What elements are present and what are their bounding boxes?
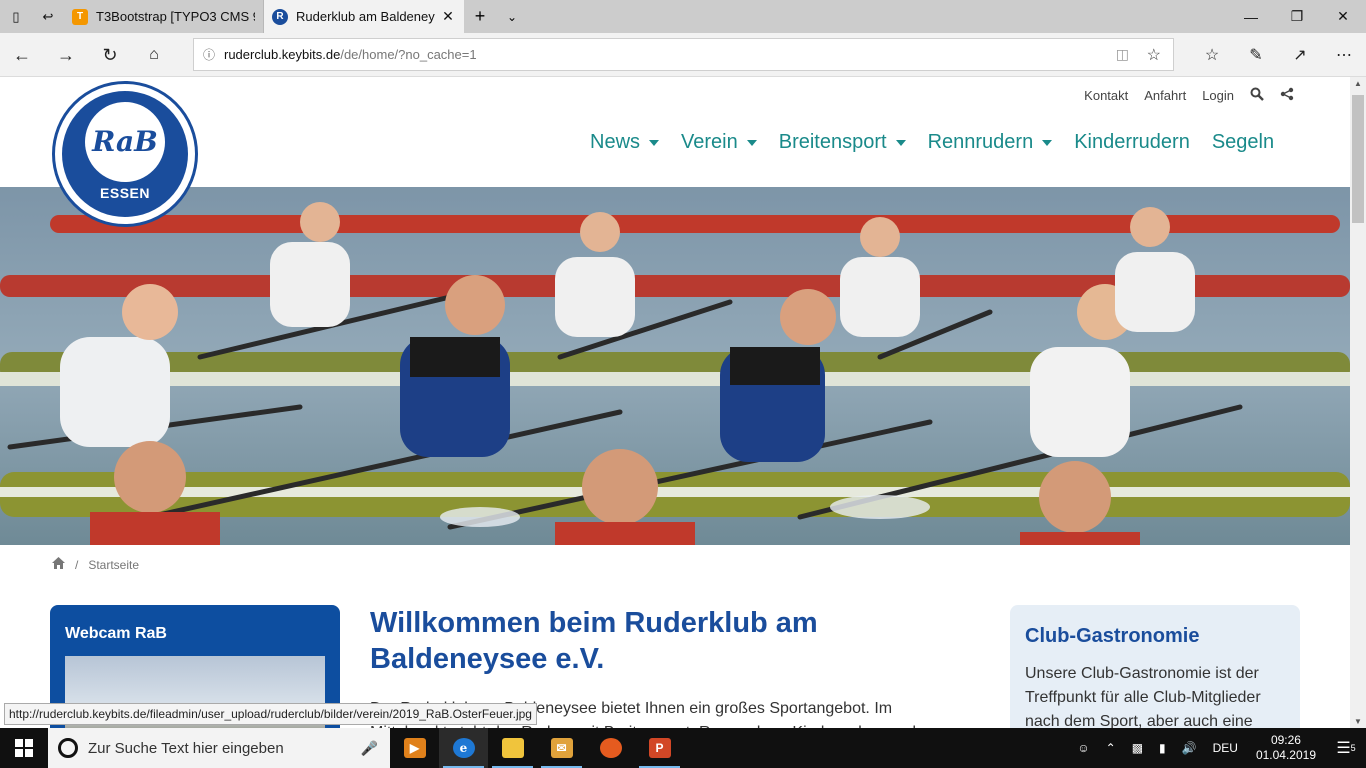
webcam-title: Webcam RaB xyxy=(65,625,167,642)
welcome-title: Willkommen beim Ruderklub am Baldeneysee… xyxy=(370,607,818,675)
nav-verein[interactable]: Verein xyxy=(681,131,757,154)
battery-icon[interactable]: ▮ xyxy=(1151,741,1174,755)
breadcrumb-current: Startseite xyxy=(88,557,140,572)
tab-actions-icon[interactable]: ▯ xyxy=(0,0,32,33)
breadcrumb: / Startseite xyxy=(52,557,139,572)
home-icon[interactable] xyxy=(52,557,65,572)
site-info-icon[interactable]: ⓘ xyxy=(194,46,224,63)
url-path: /de/home/?no_cache=1 xyxy=(340,47,477,62)
nav-news[interactable]: News xyxy=(590,131,659,154)
nav-kinderrudern[interactable]: Kinderrudern xyxy=(1074,131,1190,154)
more-menu-icon[interactable]: ⋯ xyxy=(1330,41,1358,69)
search-placeholder: Zur Suche Text hier eingeben xyxy=(88,739,284,757)
logo-ring: RaB ESSEN xyxy=(62,91,188,217)
taskbar-app-edge[interactable]: e xyxy=(439,728,488,768)
outlook-icon: ✉ xyxy=(550,738,573,758)
volume-icon[interactable]: 🔊 xyxy=(1174,741,1205,755)
notification-count: 5 xyxy=(1350,743,1356,753)
scroll-up-icon[interactable]: ▲ xyxy=(1350,79,1366,88)
share-icon[interactable] xyxy=(1280,87,1294,104)
scrollbar-thumb[interactable] xyxy=(1352,95,1364,223)
typo3-icon: T xyxy=(72,8,88,25)
nav-breitensport[interactable]: Breitensport xyxy=(779,131,906,154)
link-kontakt[interactable]: Kontakt xyxy=(1084,88,1128,103)
close-tab-icon[interactable]: ✕ xyxy=(440,8,456,25)
forward-button[interactable]: → xyxy=(52,41,80,69)
address-bar[interactable]: ⓘ ruderclub.keybits.de/de/home/?no_cache… xyxy=(193,38,1174,71)
close-window-button[interactable]: ✕ xyxy=(1320,0,1366,33)
start-button[interactable] xyxy=(0,728,48,768)
reading-view-icon[interactable]: ◫ xyxy=(1116,46,1129,63)
browser-tab-bar: ▯ ↩ T T3Bootstrap [TYPO3 CMS 9. R Ruderk… xyxy=(0,0,1366,33)
link-anfahrt[interactable]: Anfahrt xyxy=(1144,88,1186,103)
favorite-star-icon[interactable]: ☆ xyxy=(1147,45,1161,65)
back-button[interactable]: ← xyxy=(8,41,36,69)
clock[interactable]: 09:26 01.04.2019 xyxy=(1246,733,1326,763)
minimize-button[interactable]: — xyxy=(1228,0,1274,33)
firefox-icon xyxy=(599,738,622,758)
club-logo[interactable]: RaB ESSEN xyxy=(52,81,198,227)
site-favicon: R xyxy=(272,8,288,25)
powerpoint-icon: P xyxy=(648,738,671,758)
taskbar-app-explorer[interactable] xyxy=(488,728,537,768)
windows-logo-icon xyxy=(15,739,33,757)
taskbar-app-media[interactable]: ▶ xyxy=(390,728,439,768)
gastronomy-card: Club-Gastronomie Unsere Club-Gastronomie… xyxy=(1010,605,1300,728)
gastro-text: Unsere Club-Gastronomie ist der Treffpun… xyxy=(1025,665,1261,728)
show-hidden-icons-chevron-icon[interactable]: ⌃ xyxy=(1098,741,1124,755)
add-notes-icon[interactable]: ✎ xyxy=(1242,41,1270,69)
microphone-icon[interactable]: 🎤 xyxy=(361,740,378,757)
tab-typo3[interactable]: T T3Bootstrap [TYPO3 CMS 9. xyxy=(64,0,264,33)
logo-monogram: RaB xyxy=(85,101,165,182)
scroll-down-icon[interactable]: ▼ xyxy=(1350,717,1366,726)
favorites-hub-icon[interactable]: ☆ xyxy=(1198,41,1226,69)
people-icon[interactable]: ☺ xyxy=(1069,741,1097,755)
share-icon[interactable]: ↗ xyxy=(1286,41,1314,69)
taskbar-app-powerpoint[interactable]: P xyxy=(635,728,684,768)
new-tab-button[interactable]: + xyxy=(464,0,496,33)
set-tabs-aside-icon[interactable]: ↩ xyxy=(32,0,64,33)
clock-time: 09:26 xyxy=(1270,733,1301,747)
system-tray: ☺ ⌃ ▩ ▮ 🔊 DEU 09:26 01.04.2019 ☰ 5 xyxy=(1069,728,1366,768)
main-navigation: News Verein Breitensport Rennrudern Kind… xyxy=(590,131,1274,154)
web-page: Kontakt Anfahrt Login News Verein Breite… xyxy=(0,77,1350,728)
link-login[interactable]: Login xyxy=(1202,88,1234,103)
windows-taskbar: Zur Suche Text hier eingeben 🎤 ▶ e ✉ P ☺… xyxy=(0,728,1366,768)
tab-title: T3Bootstrap [TYPO3 CMS 9. xyxy=(96,9,255,24)
media-player-icon: ▶ xyxy=(403,738,426,758)
tab-preview-chevron-icon[interactable]: ⌄ xyxy=(496,0,528,33)
action-center-icon[interactable]: ☰ 5 xyxy=(1326,728,1366,768)
refresh-button[interactable]: ↻ xyxy=(96,41,124,69)
tab-ruderklub[interactable]: R Ruderklub am Baldeney ✕ xyxy=(264,0,464,33)
taskbar-search-box[interactable]: Zur Suche Text hier eingeben 🎤 xyxy=(48,728,390,768)
taskbar-app-firefox[interactable] xyxy=(586,728,635,768)
network-icon[interactable]: ▩ xyxy=(1124,741,1151,755)
url-host: ruderclub.keybits.de xyxy=(224,47,341,62)
gastro-title: Club-Gastronomie xyxy=(1025,625,1200,647)
nav-rennrudern[interactable]: Rennrudern xyxy=(928,131,1053,154)
home-button[interactable]: ⌂ xyxy=(140,41,168,69)
maximize-button[interactable]: ❐ xyxy=(1274,0,1320,33)
cortana-icon xyxy=(58,738,78,758)
language-indicator[interactable]: DEU xyxy=(1205,741,1246,755)
folder-icon xyxy=(501,738,524,758)
hero-rowing-image xyxy=(0,187,1350,545)
top-links: Kontakt Anfahrt Login xyxy=(1084,87,1294,104)
nav-segeln[interactable]: Segeln xyxy=(1212,131,1274,154)
tab-title: Ruderklub am Baldeney xyxy=(296,9,435,24)
breadcrumb-separator: / xyxy=(75,557,79,572)
taskbar-app-outlook[interactable]: ✉ xyxy=(537,728,586,768)
address-toolbar: ← → ↻ ⌂ ⓘ ruderclub.keybits.de/de/home/?… xyxy=(0,33,1366,77)
link-status-tooltip: http://ruderclub.keybits.de/fileadmin/us… xyxy=(4,703,537,725)
edge-icon: e xyxy=(452,738,475,758)
logo-city: ESSEN xyxy=(100,184,150,201)
search-icon[interactable] xyxy=(1250,87,1264,104)
clock-date: 01.04.2019 xyxy=(1255,748,1316,762)
page-scrollbar[interactable]: ▲ ▼ xyxy=(1350,77,1366,728)
